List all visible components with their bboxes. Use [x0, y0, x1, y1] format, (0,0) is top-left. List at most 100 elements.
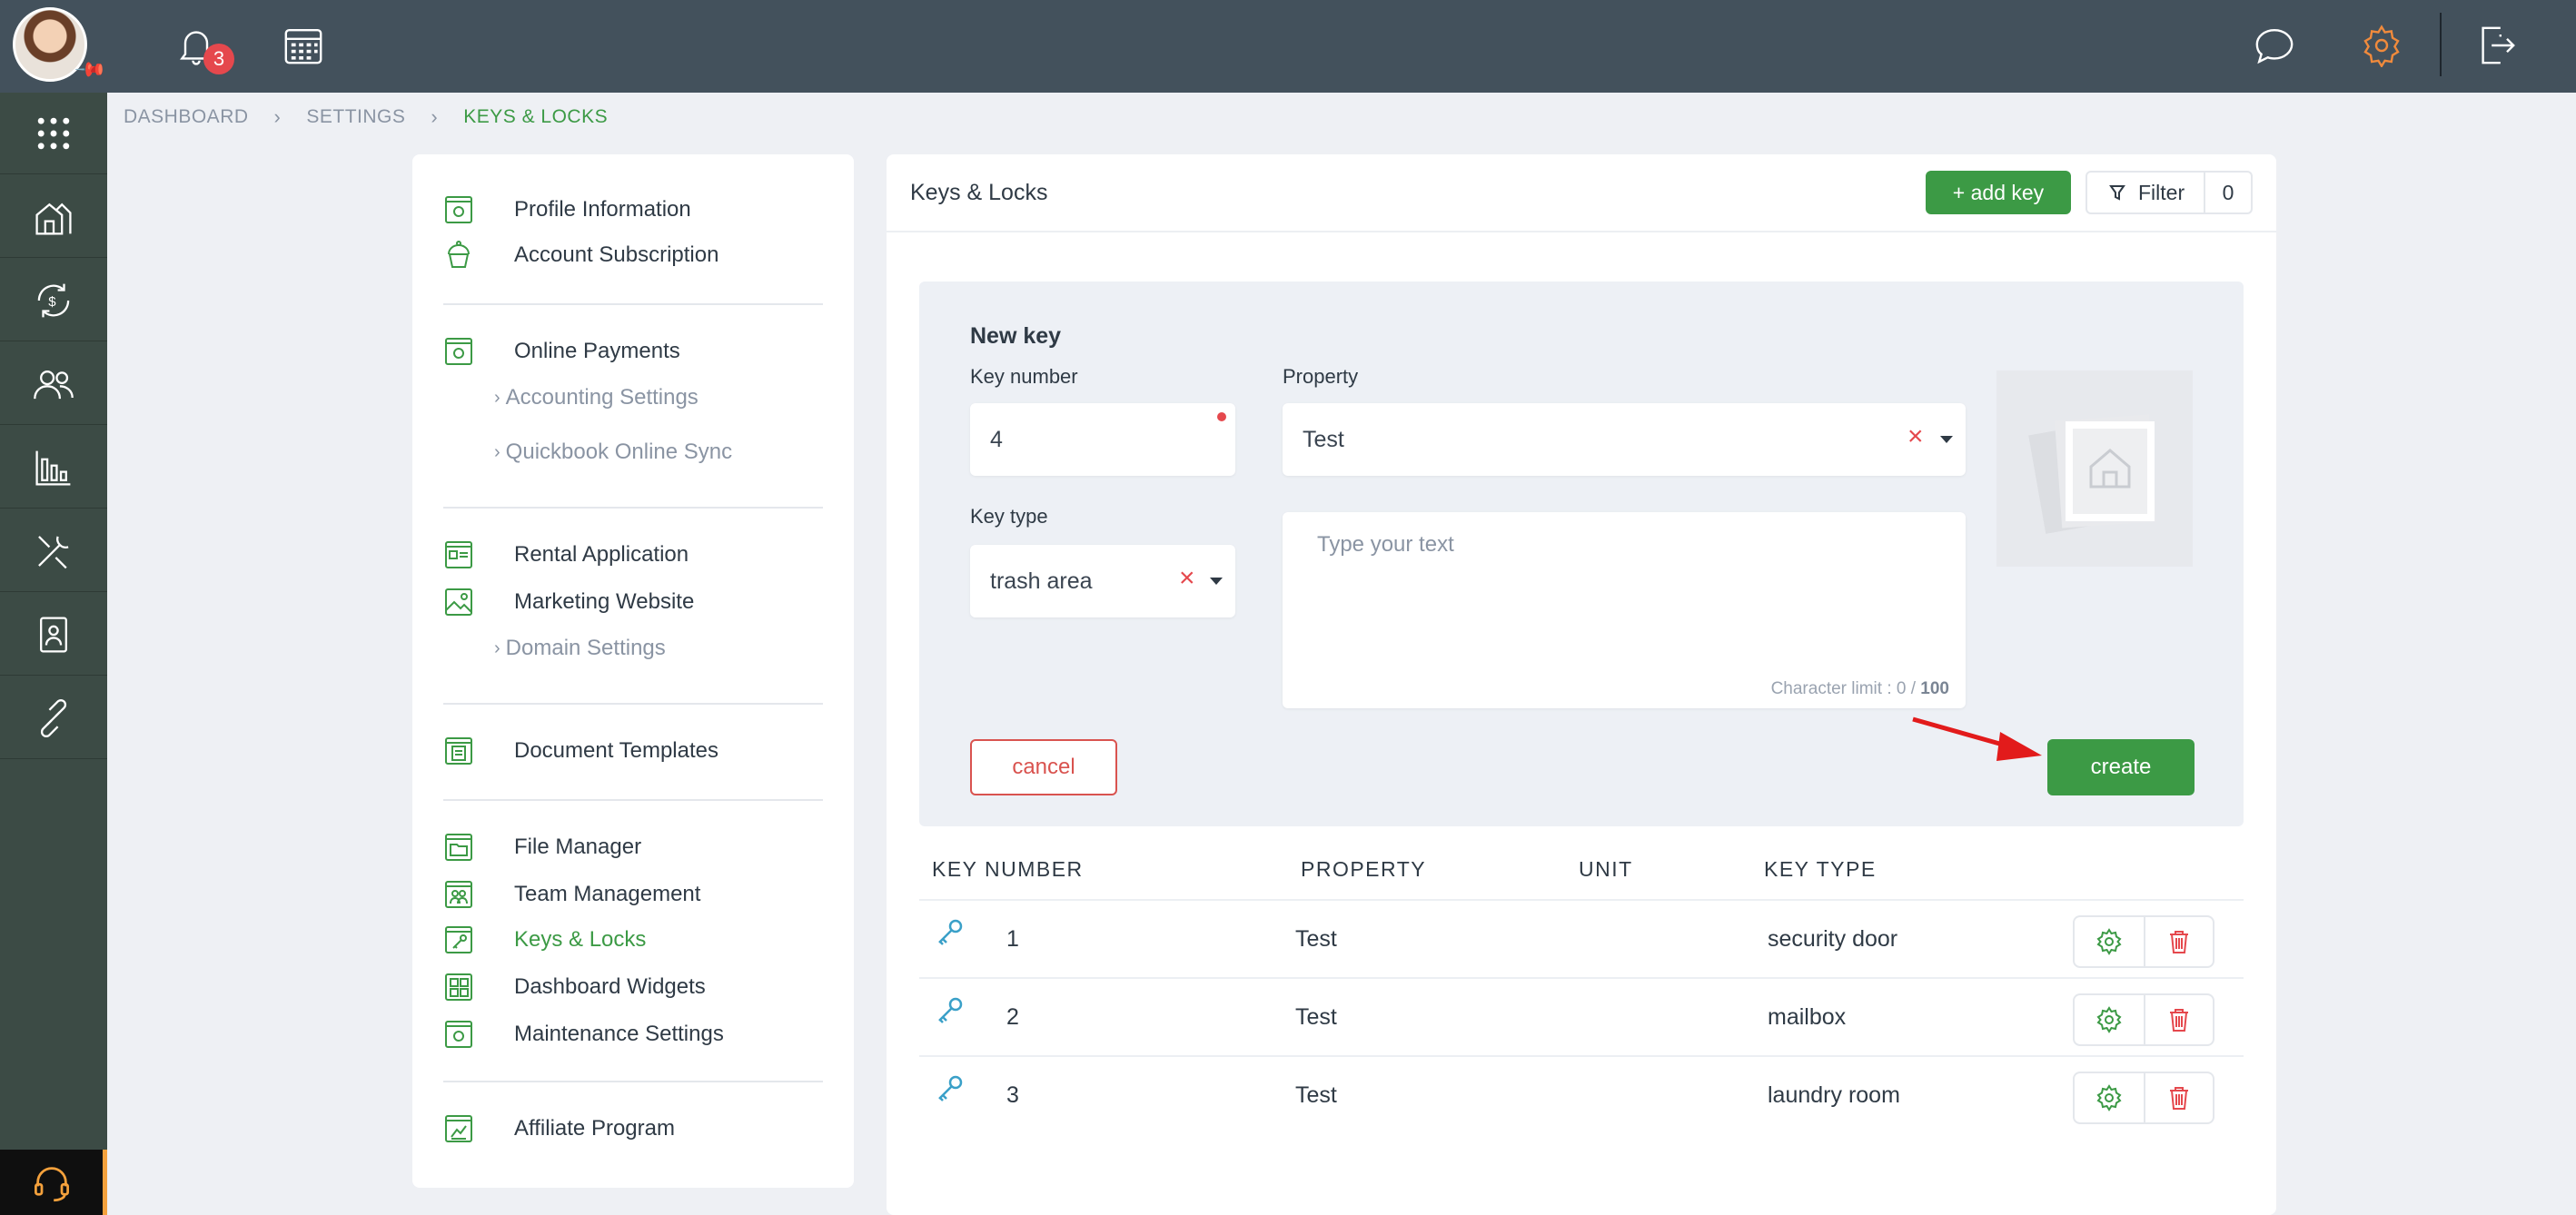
support-icon[interactable]: [0, 1150, 107, 1215]
trash-icon: [2170, 1087, 2188, 1110]
key-type-label: Key type: [970, 505, 1048, 528]
breadcrumb-chevron-icon: ›: [273, 105, 282, 128]
image-icon: [445, 588, 472, 616]
panel-header: Keys & Locks + add key Filter 0: [887, 154, 2276, 232]
submenu-domain-settings[interactable]: › Domain Settings: [494, 636, 666, 661]
menu-item-keys-locks[interactable]: Keys & Locks: [443, 924, 646, 955]
menu-label: Keys & Locks: [514, 927, 647, 952]
cell-key-type: security door: [1768, 926, 1898, 952]
filter-count: 0: [2204, 173, 2251, 212]
menu-item-account-subscription[interactable]: Account Subscription: [443, 240, 718, 271]
cell-property: Test: [1295, 1004, 1337, 1030]
svg-text:$: $: [48, 293, 56, 309]
image-upload-placeholder[interactable]: [1996, 370, 2193, 567]
cancel-button[interactable]: cancel: [970, 739, 1117, 795]
form-title: New key: [970, 323, 1062, 349]
menu-item-marketing-website[interactable]: Marketing Website: [443, 587, 694, 617]
topbar-divider: [2440, 13, 2442, 76]
avatar-area: 📌: [0, 0, 108, 93]
payments-settings-icon: [445, 338, 472, 365]
clear-key-type-icon[interactable]: ×: [1179, 563, 1195, 594]
key-icon: [938, 997, 963, 1023]
property-label: Property: [1283, 365, 1359, 388]
menu-item-document-templates[interactable]: Document Templates: [443, 736, 718, 766]
menu-item-file-manager[interactable]: File Manager: [443, 832, 641, 863]
link-icon[interactable]: [0, 677, 107, 759]
key-settings-icon: [445, 926, 472, 953]
breadcrumb-settings[interactable]: SETTINGS: [306, 106, 405, 128]
widgets-icon: [445, 973, 472, 1001]
documents-icon[interactable]: [0, 594, 107, 676]
breadcrumb: DASHBOARD › SETTINGS › KEYS & LOCKS: [124, 105, 608, 129]
key-icon: [938, 1075, 963, 1101]
edit-key-button[interactable]: [2075, 1073, 2144, 1122]
submenu-label: Quickbook Online Sync: [505, 440, 733, 464]
folder-icon: [445, 834, 472, 861]
submenu-quickbook-online-sync[interactable]: › Quickbook Online Sync: [494, 440, 732, 465]
menu-label: Affiliate Program: [514, 1116, 675, 1141]
calendar-icon[interactable]: [278, 20, 329, 71]
red-arrow-annotation: [1912, 716, 2042, 761]
add-key-button[interactable]: + add key: [1926, 171, 2071, 214]
notification-badge: 3: [203, 44, 234, 74]
tenants-icon[interactable]: [0, 343, 107, 425]
column-unit[interactable]: UNIT: [1579, 857, 1633, 882]
properties-icon[interactable]: [0, 176, 107, 258]
key-type-value: trash area: [990, 568, 1093, 594]
notes-textarea[interactable]: Type your text Character limit : 0 / 100: [1283, 512, 1966, 708]
table-row: 2 Test mailbox: [919, 977, 2244, 1055]
apps-grid-icon[interactable]: [0, 93, 107, 174]
key-number-value: 4: [990, 426, 1003, 452]
menu-item-team-management[interactable]: Team Management: [443, 879, 700, 910]
textarea-placeholder: Type your text: [1317, 532, 1454, 557]
gear-icon: [2096, 928, 2122, 955]
payments-icon[interactable]: $: [0, 260, 107, 341]
logout-icon[interactable]: [2471, 20, 2522, 71]
delete-key-button[interactable]: [2144, 917, 2213, 966]
chat-icon[interactable]: [2249, 20, 2300, 71]
menu-label: Team Management: [514, 882, 701, 906]
menu-item-affiliate-program[interactable]: Affiliate Program: [443, 1113, 675, 1144]
chevron-down-icon[interactable]: [1940, 436, 1953, 443]
delete-key-button[interactable]: [2144, 995, 2213, 1044]
team-icon: [445, 881, 472, 908]
edit-key-button[interactable]: [2075, 917, 2144, 966]
property-select[interactable]: Test ×: [1283, 403, 1966, 476]
reports-icon[interactable]: [0, 427, 107, 509]
chevron-down-icon[interactable]: [1210, 578, 1223, 585]
menu-item-profile-information[interactable]: Profile Information: [443, 194, 691, 225]
delete-key-button[interactable]: [2144, 1073, 2213, 1122]
maintenance-icon[interactable]: [0, 510, 107, 592]
column-key-type[interactable]: KEY TYPE: [1764, 857, 1877, 882]
clear-property-icon[interactable]: ×: [1907, 421, 1924, 452]
menu-label: Dashboard Widgets: [514, 974, 706, 999]
table-row: 3 Test laundry room: [919, 1055, 2244, 1133]
required-indicator: [1217, 412, 1226, 421]
column-key-number[interactable]: KEY NUMBER: [932, 857, 1084, 882]
menu-item-online-payments[interactable]: Online Payments: [443, 336, 680, 367]
submenu-accounting-settings[interactable]: › Accounting Settings: [494, 385, 698, 410]
create-button[interactable]: create: [2047, 739, 2195, 795]
menu-item-dashboard-widgets[interactable]: Dashboard Widgets: [443, 972, 706, 1003]
key-type-select[interactable]: trash area ×: [970, 545, 1235, 617]
menu-label: Marketing Website: [514, 589, 695, 614]
column-property[interactable]: PROPERTY: [1301, 857, 1426, 882]
key-number-input[interactable]: 4: [970, 403, 1235, 476]
menu-label: Document Templates: [514, 738, 718, 763]
cell-key-number: 3: [1006, 1082, 1019, 1108]
keys-table-header: KEY NUMBER PROPERTY UNIT KEY TYPE: [932, 857, 2249, 894]
row-actions: [2073, 915, 2214, 968]
gear-icon[interactable]: [2356, 20, 2407, 71]
menu-item-maintenance-settings[interactable]: Maintenance Settings: [443, 1019, 724, 1050]
page-title: Keys & Locks: [910, 180, 1048, 205]
menu-item-rental-application[interactable]: Rental Application: [443, 539, 689, 570]
edit-key-button[interactable]: [2075, 995, 2144, 1044]
menu-divider: [443, 1081, 823, 1082]
filter-button[interactable]: Filter 0: [2086, 171, 2253, 214]
breadcrumb-dashboard[interactable]: DASHBOARD: [124, 106, 249, 128]
cell-key-type: mailbox: [1768, 1004, 1847, 1030]
row-actions: [2073, 993, 2214, 1046]
menu-label: File Manager: [514, 835, 642, 859]
gear-icon: [2096, 1006, 2122, 1033]
menu-divider: [443, 507, 823, 509]
